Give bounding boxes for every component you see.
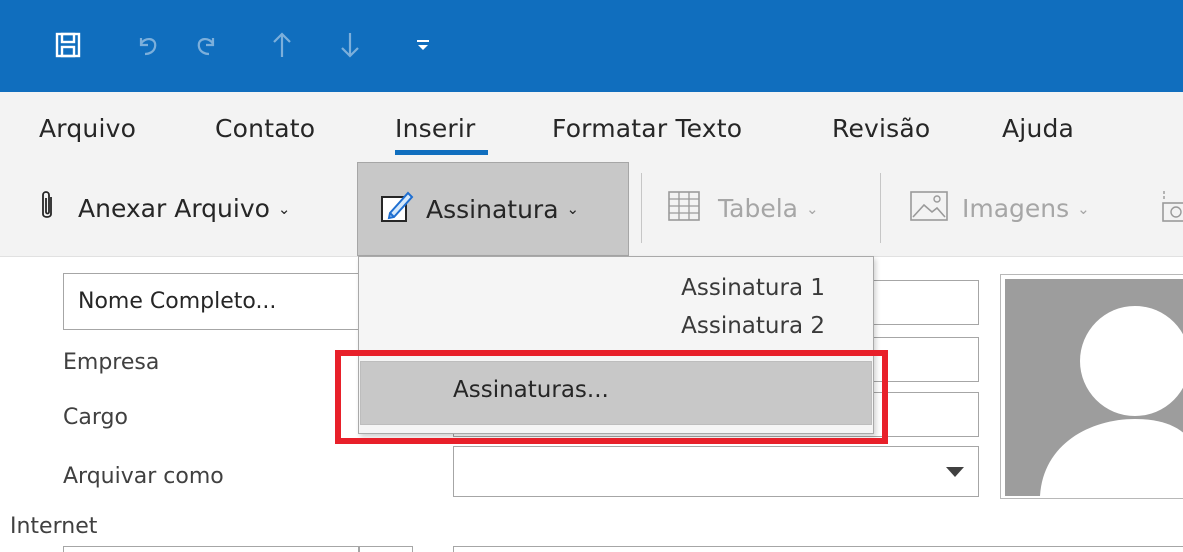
dropdown-caret-icon [946, 467, 964, 477]
undo-icon[interactable] [132, 28, 164, 62]
file-as-select[interactable] [453, 446, 979, 497]
table-icon [668, 190, 700, 227]
tab-review[interactable]: Revisão [832, 114, 930, 143]
signature-label: Assinatura [426, 194, 559, 224]
chevron-down-icon: ⌄ [277, 199, 291, 218]
signature-pen-icon [380, 189, 414, 229]
chevron-down-icon: ⌄ [566, 200, 580, 218]
redo-icon[interactable] [190, 28, 222, 62]
signature-button[interactable]: Assinatura ⌄ [357, 162, 629, 256]
ribbon-tabs: Arquivo Contato Inserir Formatar Texto R… [0, 92, 1183, 160]
company-label: Empresa [63, 350, 160, 375]
customize-toolbar-icon[interactable] [412, 28, 434, 62]
tab-insert[interactable]: Inserir [395, 114, 476, 143]
email-type-button[interactable] [63, 546, 359, 552]
chevron-down-icon: ⌄ [805, 199, 819, 218]
internet-section-label: Internet [10, 514, 98, 539]
attach-file-label: Anexar Arquivo [78, 194, 270, 223]
file-as-label: Arquivar como [63, 464, 224, 489]
tab-format-text[interactable]: Formatar Texto [552, 114, 742, 143]
tab-file[interactable]: Arquivo [39, 114, 136, 143]
person-placeholder-icon [1005, 279, 1183, 496]
email-type-dropdown[interactable] [359, 546, 413, 552]
camera-icon [1160, 189, 1183, 229]
annotation-highlight-box [335, 350, 888, 444]
contact-photo[interactable] [1000, 274, 1183, 499]
table-button[interactable]: Tabela ⌄ [668, 160, 819, 257]
table-label: Tabela [718, 194, 798, 223]
email-field[interactable] [453, 546, 1183, 552]
tab-help[interactable]: Ajuda [1002, 114, 1074, 143]
menu-item-signature-1[interactable]: Assinatura 1 [681, 275, 825, 301]
selected-tab-indicator [395, 150, 488, 155]
images-button[interactable]: Imagens ⌄ [910, 160, 1090, 257]
image-icon [910, 190, 948, 227]
attach-file-button[interactable]: Anexar Arquivo ⌄ [38, 160, 291, 257]
job-title-label: Cargo [63, 405, 128, 430]
chevron-down-icon: ⌄ [1077, 199, 1090, 218]
full-name-button[interactable]: Nome Completo... [63, 273, 363, 330]
save-icon[interactable] [50, 28, 86, 62]
paperclip-icon [38, 189, 56, 229]
title-bar [0, 0, 1183, 92]
ribbon-separator [641, 173, 642, 243]
menu-item-signature-2[interactable]: Assinatura 2 [681, 313, 825, 339]
camera-button[interactable] [1160, 160, 1183, 257]
ribbon-commands: Anexar Arquivo ⌄ Assinatura ⌄ Tabela ⌄ I… [0, 160, 1183, 257]
images-label: Imagens [962, 194, 1070, 223]
tab-contact[interactable]: Contato [215, 114, 315, 143]
down-arrow-icon[interactable] [336, 28, 364, 62]
up-arrow-icon[interactable] [268, 28, 296, 62]
ribbon-separator [880, 173, 881, 243]
